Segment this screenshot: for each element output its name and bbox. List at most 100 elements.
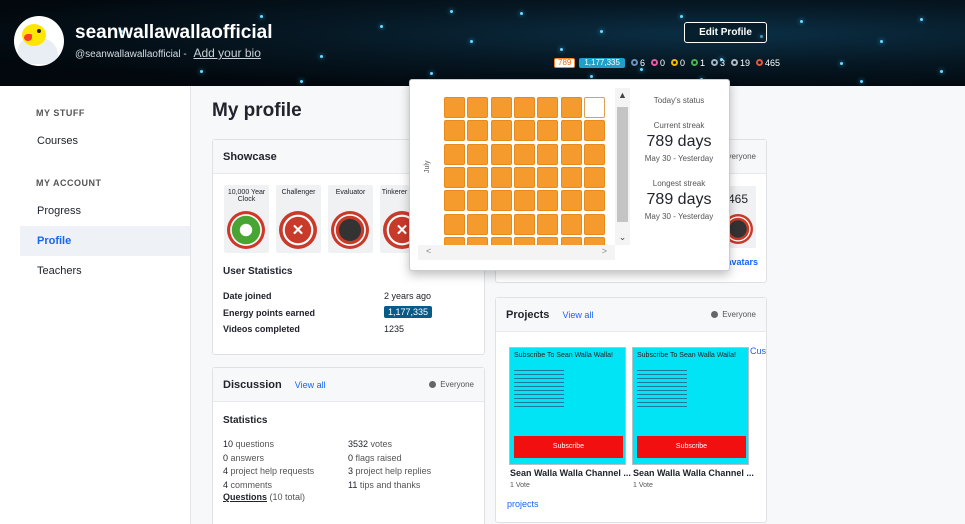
streak-day-cell[interactable] (537, 213, 559, 235)
tools-medal-icon: ✕ (383, 211, 409, 249)
month-label: July (424, 160, 431, 173)
streak-day-cell[interactable] (444, 236, 465, 245)
streak-badge[interactable]: 789 (554, 57, 576, 68)
streak-day-cell[interactable] (513, 236, 535, 245)
scroll-left-arrow[interactable]: < (426, 246, 431, 256)
sidebar-item-teachers[interactable]: Teachers (20, 256, 190, 286)
streak-day-cell[interactable] (560, 236, 582, 245)
sidebar-item-courses[interactable]: Courses (20, 126, 190, 156)
streak-calendar[interactable] (418, 88, 615, 245)
points-badge[interactable]: 1,177,335 (579, 57, 625, 68)
sidebar-item-profile[interactable]: Profile (20, 226, 190, 256)
sun-badge-count[interactable]: 1 (691, 58, 705, 68)
streak-day-cell[interactable] (513, 190, 535, 212)
showcase-badge[interactable]: Challenger ✕ (276, 185, 321, 253)
avatar-badge-count[interactable]: 465 (756, 58, 780, 68)
project-thumbnail[interactable]: Subscribe To Sean Walla Walla! Subscribe (509, 347, 626, 465)
vertical-scrollbar[interactable]: ▲ ⌄ (615, 88, 630, 245)
streak-day-cell[interactable] (444, 143, 465, 165)
streak-day-cell[interactable] (560, 166, 582, 188)
streak-day-cell[interactable] (467, 190, 489, 212)
discussion-view-all[interactable]: View all (295, 380, 326, 390)
streak-day-cell[interactable] (490, 143, 512, 165)
streak-day-cell[interactable] (583, 190, 605, 212)
edit-profile-button[interactable]: Edit Profile (684, 22, 767, 43)
questions-link[interactable]: Questions (223, 492, 267, 502)
meteorite-badge-count[interactable]: 6 (630, 58, 645, 68)
streak-day-cell[interactable] (583, 97, 605, 118)
challenge-patch-count[interactable]: 19 (731, 58, 750, 68)
showcase-badge[interactable]: Evaluator (328, 185, 373, 253)
streak-day-cell[interactable] (513, 97, 535, 118)
discussion-stat: 3532 votes (348, 439, 393, 449)
streak-day-cell[interactable] (513, 120, 535, 142)
user-statistics-title: User Statistics (223, 266, 293, 277)
streak-day-cell[interactable] (467, 166, 489, 188)
streak-day-cell[interactable] (537, 190, 559, 212)
scroll-thumb[interactable] (617, 107, 628, 222)
streak-day-cell[interactable] (537, 236, 559, 245)
streak-day-cell[interactable] (537, 143, 559, 165)
streak-day-cell[interactable] (560, 97, 582, 118)
streak-day-cell[interactable] (444, 190, 465, 212)
project-title[interactable]: Sean Walla Walla Channel ... (510, 468, 631, 478)
streak-day-cell[interactable] (467, 120, 489, 142)
streak-day-cell[interactable] (467, 143, 489, 165)
streak-day-cell[interactable] (467, 236, 489, 245)
projects-more-link[interactable]: Cus (750, 346, 766, 356)
streak-day-cell[interactable] (537, 120, 559, 142)
streak-day-cell[interactable] (490, 213, 512, 235)
streak-day-cell[interactable] (537, 97, 559, 118)
streak-day-cell[interactable] (583, 166, 605, 188)
discussion-stat: 0 flags raised (348, 452, 402, 463)
streak-day-cell[interactable] (467, 213, 489, 235)
visibility-everyone[interactable]: Everyone (711, 298, 756, 332)
badge-label: 10,000 Year Clock (227, 189, 266, 203)
streak-day-cell[interactable] (444, 213, 465, 235)
streak-day-cell[interactable] (513, 166, 535, 188)
streak-day-cell[interactable] (444, 120, 465, 142)
moon-badge-count[interactable]: 0 (650, 58, 665, 68)
streak-day-cell[interactable] (560, 213, 582, 235)
streak-day-cell[interactable] (560, 120, 582, 142)
sidebar-item-progress[interactable]: Progress (20, 196, 190, 226)
streak-day-cell[interactable] (490, 236, 512, 245)
horizontal-scrollbar[interactable]: < > (418, 245, 615, 260)
user-avatar[interactable] (14, 16, 64, 66)
streak-day-cell[interactable] (537, 166, 559, 188)
streak-day-cell[interactable] (490, 120, 512, 142)
handle-line: @seanwallawallaofficial - Add your bio (75, 46, 261, 60)
streak-day-cell[interactable] (560, 190, 582, 212)
streak-day-cell[interactable] (583, 213, 605, 235)
scroll-right-arrow[interactable]: > (602, 246, 607, 256)
add-bio-link[interactable]: Add your bio (193, 46, 260, 60)
streak-day-cell[interactable] (560, 143, 582, 165)
streak-day-cell[interactable] (513, 213, 535, 235)
discussion-stat: 10 questions (223, 439, 275, 449)
streak-day-cell[interactable] (467, 97, 489, 118)
black-hole-badge-count[interactable]: 3 (711, 58, 725, 68)
streak-day-cell[interactable] (444, 166, 465, 188)
projects-view-all[interactable]: View all (562, 310, 593, 320)
project-thumbnail[interactable]: Subscribe To Sean Walla Walla! Subscribe (632, 347, 749, 465)
streak-day-cell[interactable] (583, 143, 605, 165)
star-decoration (560, 48, 563, 51)
videos-completed-label: Videos completed (223, 324, 300, 334)
streak-day-cell[interactable] (583, 120, 605, 142)
star-decoration (680, 15, 683, 18)
showcase-badge[interactable]: 10,000 Year Clock (224, 185, 269, 253)
streak-day-cell[interactable] (490, 97, 512, 118)
scroll-down-arrow[interactable]: ⌄ (615, 232, 630, 243)
streak-day-cell[interactable] (444, 97, 465, 118)
projects-footer-link[interactable]: projects (507, 499, 539, 509)
streak-day-cell[interactable] (583, 236, 605, 245)
scroll-up-arrow[interactable]: ▲ (615, 90, 630, 100)
streak-day-cell[interactable] (490, 166, 512, 188)
project-title[interactable]: Sean Walla Walla Channel ... (633, 468, 754, 478)
streak-day-cell[interactable] (513, 143, 535, 165)
streak-day-cell[interactable] (490, 190, 512, 212)
visibility-everyone[interactable]: Everyone (429, 368, 474, 402)
star-decoration (640, 68, 643, 71)
showcase-badge[interactable]: Tinkerer ✕ (380, 185, 409, 253)
earth-badge-count[interactable]: 0 (670, 58, 685, 68)
